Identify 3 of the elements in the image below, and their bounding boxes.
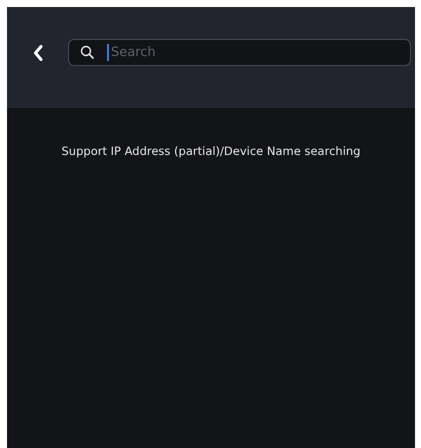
search-hint: Support IP Address (partial)/Device Name searching (62, 144, 360, 158)
search-field[interactable]: Search (68, 39, 411, 66)
back-icon[interactable] (33, 45, 43, 61)
